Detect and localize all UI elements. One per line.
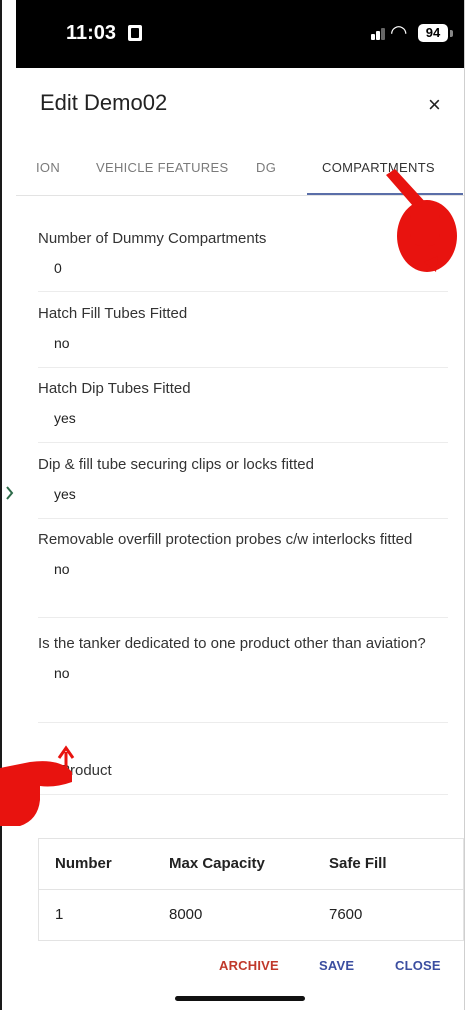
pointing-hand-icon (0, 761, 72, 826)
pointing-hand-icon (386, 169, 457, 272)
chevron-right-icon (6, 486, 14, 500)
annotation-overlay (0, 169, 457, 826)
